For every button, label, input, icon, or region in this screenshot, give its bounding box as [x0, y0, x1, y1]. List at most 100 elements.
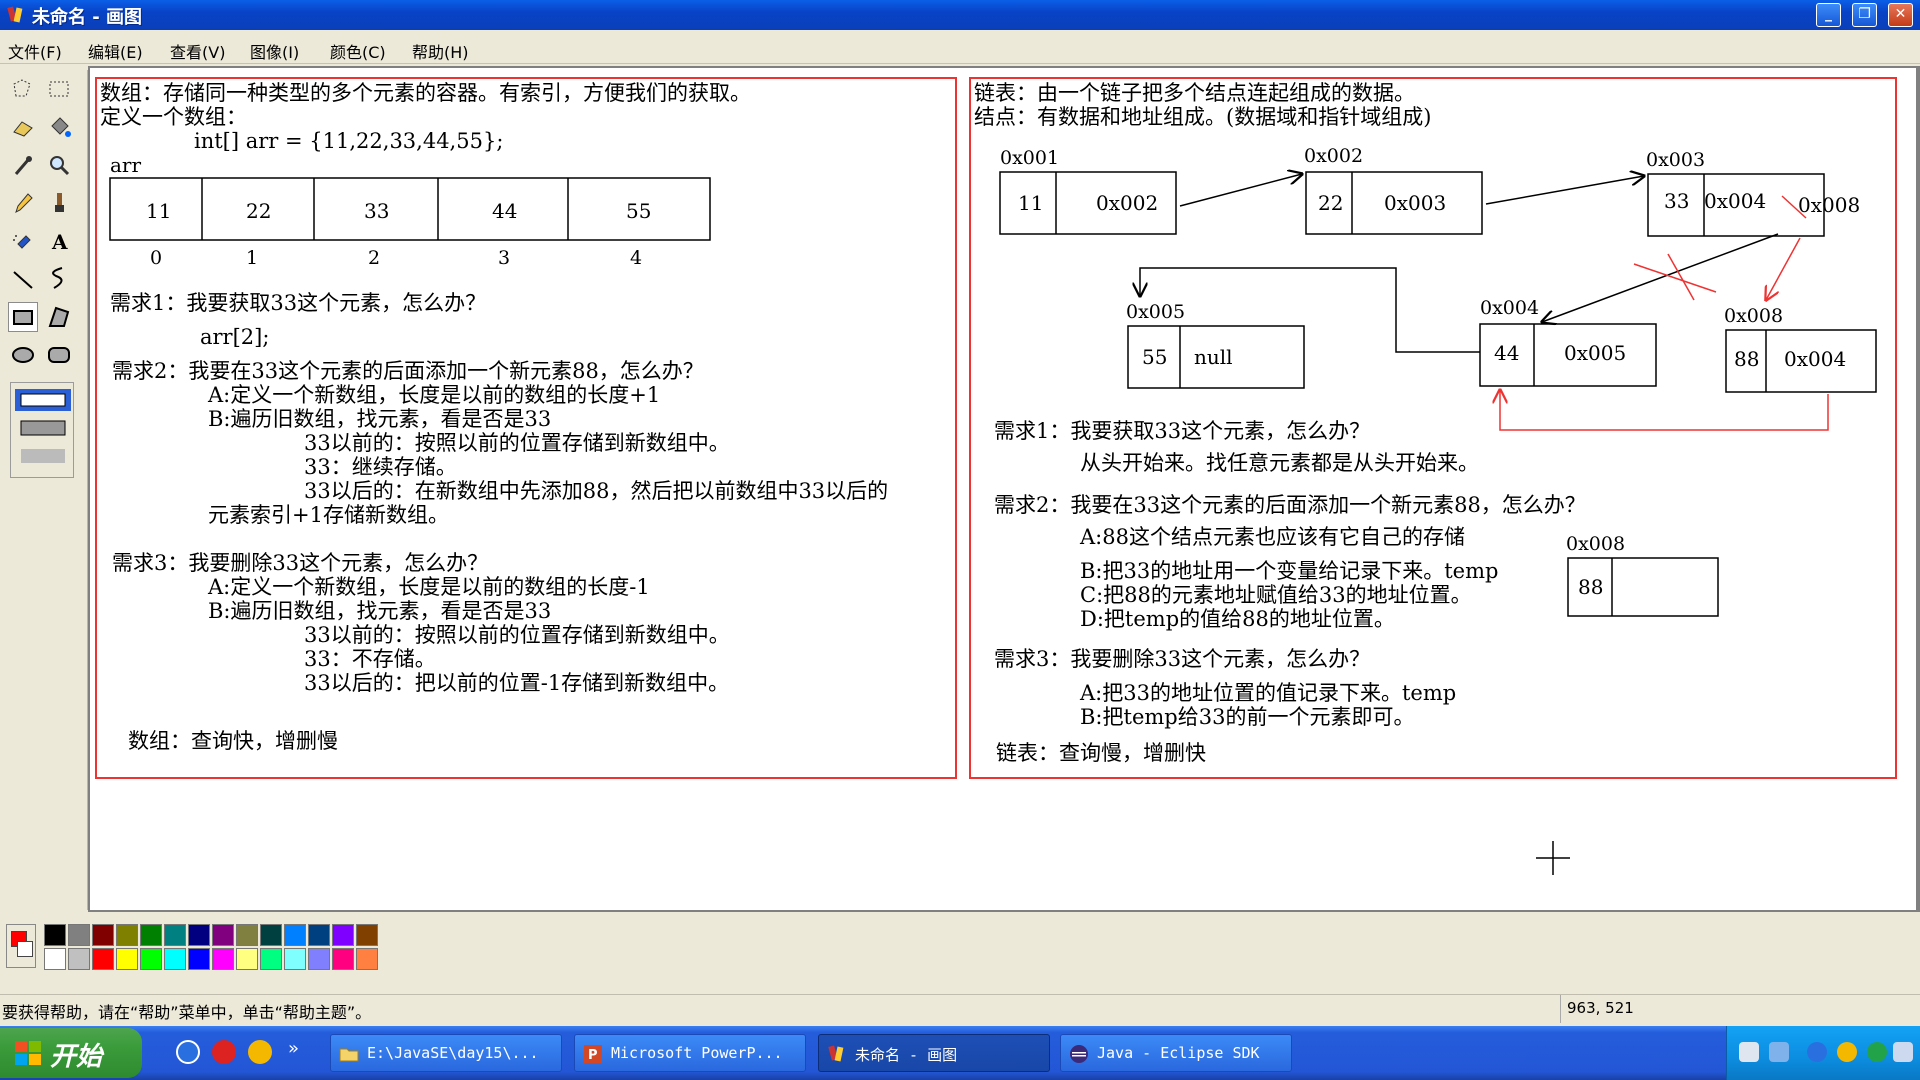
menu-help[interactable]: 帮助(H)	[412, 39, 469, 63]
line-icon[interactable]	[8, 264, 38, 294]
menu-edit[interactable]: 编辑(E)	[88, 39, 143, 63]
palette-swatch[interactable]	[236, 924, 258, 946]
status-bar: 要获得帮助，请在“帮助”菜单中，单击“帮助主题”。 963, 521	[0, 994, 1920, 1023]
palette-swatch[interactable]	[188, 948, 210, 970]
palette-swatch[interactable]	[164, 948, 186, 970]
array-req2-b: B:遍历旧数组，找元素，看是否是33	[208, 407, 551, 431]
rectangle-icon[interactable]	[8, 302, 38, 332]
fill-icon[interactable]	[44, 112, 74, 142]
palette-swatch[interactable]	[260, 924, 282, 946]
array-req1-answer: arr[2];	[200, 325, 269, 349]
minimize-button[interactable]: _	[1816, 3, 1841, 27]
menu-colors[interactable]: 颜色(C)	[330, 39, 386, 63]
rect-select-icon[interactable]	[44, 74, 74, 104]
tray-icon-display[interactable]	[1893, 1042, 1913, 1062]
array-index: 2	[368, 247, 380, 269]
current-colors[interactable]	[6, 924, 36, 968]
array-req2-b1: 33以前的：按照以前的位置存储到新数组中。	[304, 431, 730, 455]
cursor-coordinates-value: 963, 521	[1567, 999, 1634, 1017]
palette-swatch[interactable]	[284, 924, 306, 946]
title-bar[interactable]: 未命名 - 画图 _ ❐ ✕	[0, 0, 1920, 30]
maximize-button[interactable]: ❐	[1852, 3, 1877, 27]
palette-swatch[interactable]	[68, 948, 90, 970]
pencil-icon[interactable]	[8, 188, 38, 218]
taskbar-item-explorer[interactable]: E:\JavaSE\day15\...	[330, 1034, 562, 1072]
tray-icon-security[interactable]	[1867, 1042, 1887, 1062]
palette-swatch[interactable]	[332, 948, 354, 970]
array-index: 4	[630, 247, 642, 269]
quick-launch-more[interactable]: »	[288, 1038, 299, 1059]
array-req1: 需求1：我要获取33这个元素，怎么办？	[110, 291, 486, 315]
taskbar-item-powerpoint[interactable]: P Microsoft PowerP...	[574, 1034, 806, 1072]
node-next: 0x004	[1784, 347, 1846, 371]
tray-icon-network[interactable]	[1739, 1042, 1759, 1062]
palette-swatch[interactable]	[260, 948, 282, 970]
list-req2: 需求2：我要在33这个元素的后面添加一个新元素88，怎么办？	[994, 493, 1586, 517]
palette-swatch[interactable]	[116, 924, 138, 946]
folder-quick-icon[interactable]	[248, 1040, 272, 1064]
canvas-area: 数组：存储同一种类型的多个元素的容器。有索引，方便我们的获取。 定义一个数组： …	[88, 66, 1920, 912]
curve-icon[interactable]	[44, 264, 74, 294]
array-cells	[109, 177, 711, 241]
node-data: 55	[1142, 345, 1167, 369]
palette-swatch[interactable]	[308, 948, 330, 970]
palette-swatch[interactable]	[116, 948, 138, 970]
tray-icon-volume[interactable]	[1769, 1042, 1789, 1062]
start-button[interactable]: 开始	[0, 1028, 142, 1078]
color-palette	[0, 918, 1920, 978]
node-address: 0x008	[1724, 305, 1783, 327]
ellipse-icon[interactable]	[8, 340, 38, 370]
palette-swatch[interactable]	[44, 948, 66, 970]
pointer-arrow	[1485, 176, 1644, 205]
menu-bar: 文件(F) 编辑(E) 查看(V) 图像(I) 颜色(C) 帮助(H)	[0, 32, 1920, 64]
media-player-icon[interactable]	[212, 1040, 236, 1064]
red-cross	[1633, 263, 1717, 293]
palette-swatch[interactable]	[284, 948, 306, 970]
array-cell: 22	[246, 199, 271, 223]
node-address: 0x004	[1480, 297, 1539, 319]
node-next: 0x005	[1564, 341, 1626, 365]
tray-icon-messenger[interactable]	[1837, 1042, 1857, 1062]
palette-swatch[interactable]	[308, 924, 330, 946]
magnifier-icon[interactable]	[44, 150, 74, 180]
array-index: 1	[246, 247, 258, 269]
palette-swatch[interactable]	[92, 948, 114, 970]
palette-swatch[interactable]	[188, 924, 210, 946]
brush-icon[interactable]	[44, 188, 74, 218]
text-icon[interactable]: A	[44, 226, 74, 256]
powerpoint-icon: P	[584, 1045, 602, 1063]
palette-swatch[interactable]	[332, 924, 354, 946]
array-define-label: 定义一个数组：	[100, 105, 247, 129]
palette-swatch[interactable]	[44, 924, 66, 946]
airbrush-icon[interactable]	[8, 226, 38, 256]
rounded-rect-icon[interactable]	[44, 340, 74, 370]
palette-swatch[interactable]	[164, 924, 186, 946]
node-data: 44	[1494, 341, 1519, 365]
tool-options[interactable]	[10, 382, 74, 478]
palette-swatch[interactable]	[92, 924, 114, 946]
menu-image[interactable]: 图像(I)	[250, 39, 299, 63]
tray-icon-ie[interactable]	[1807, 1042, 1827, 1062]
palette-swatch[interactable]	[236, 948, 258, 970]
palette-swatch[interactable]	[212, 924, 234, 946]
close-button[interactable]: ✕	[1888, 3, 1913, 27]
palette-swatch[interactable]	[212, 948, 234, 970]
palette-swatch[interactable]	[140, 948, 162, 970]
color-picker-icon[interactable]	[8, 150, 38, 180]
palette-swatch[interactable]	[68, 924, 90, 946]
menu-view[interactable]: 查看(V)	[170, 39, 225, 63]
palette-swatch[interactable]	[140, 924, 162, 946]
eraser-icon[interactable]	[8, 112, 38, 142]
ie-icon[interactable]	[176, 1040, 200, 1064]
drawing-canvas[interactable]: 数组：存储同一种类型的多个元素的容器。有索引，方便我们的获取。 定义一个数组： …	[90, 68, 1916, 910]
taskbar-item-eclipse[interactable]: Java - Eclipse SDK	[1060, 1034, 1292, 1072]
taskbar-item-paint[interactable]: 未命名 - 画图	[818, 1034, 1050, 1072]
palette-swatch[interactable]	[356, 948, 378, 970]
free-select-icon[interactable]	[8, 74, 38, 104]
palette-swatch[interactable]	[356, 924, 378, 946]
menu-file[interactable]: 文件(F)	[8, 39, 62, 63]
list-req3: 需求3：我要删除33这个元素，怎么办？	[994, 647, 1370, 671]
node-next: null	[1194, 345, 1233, 369]
list-req2-d: D:把temp的值给88的地址位置。	[1080, 607, 1395, 631]
polygon-icon[interactable]	[44, 302, 74, 332]
